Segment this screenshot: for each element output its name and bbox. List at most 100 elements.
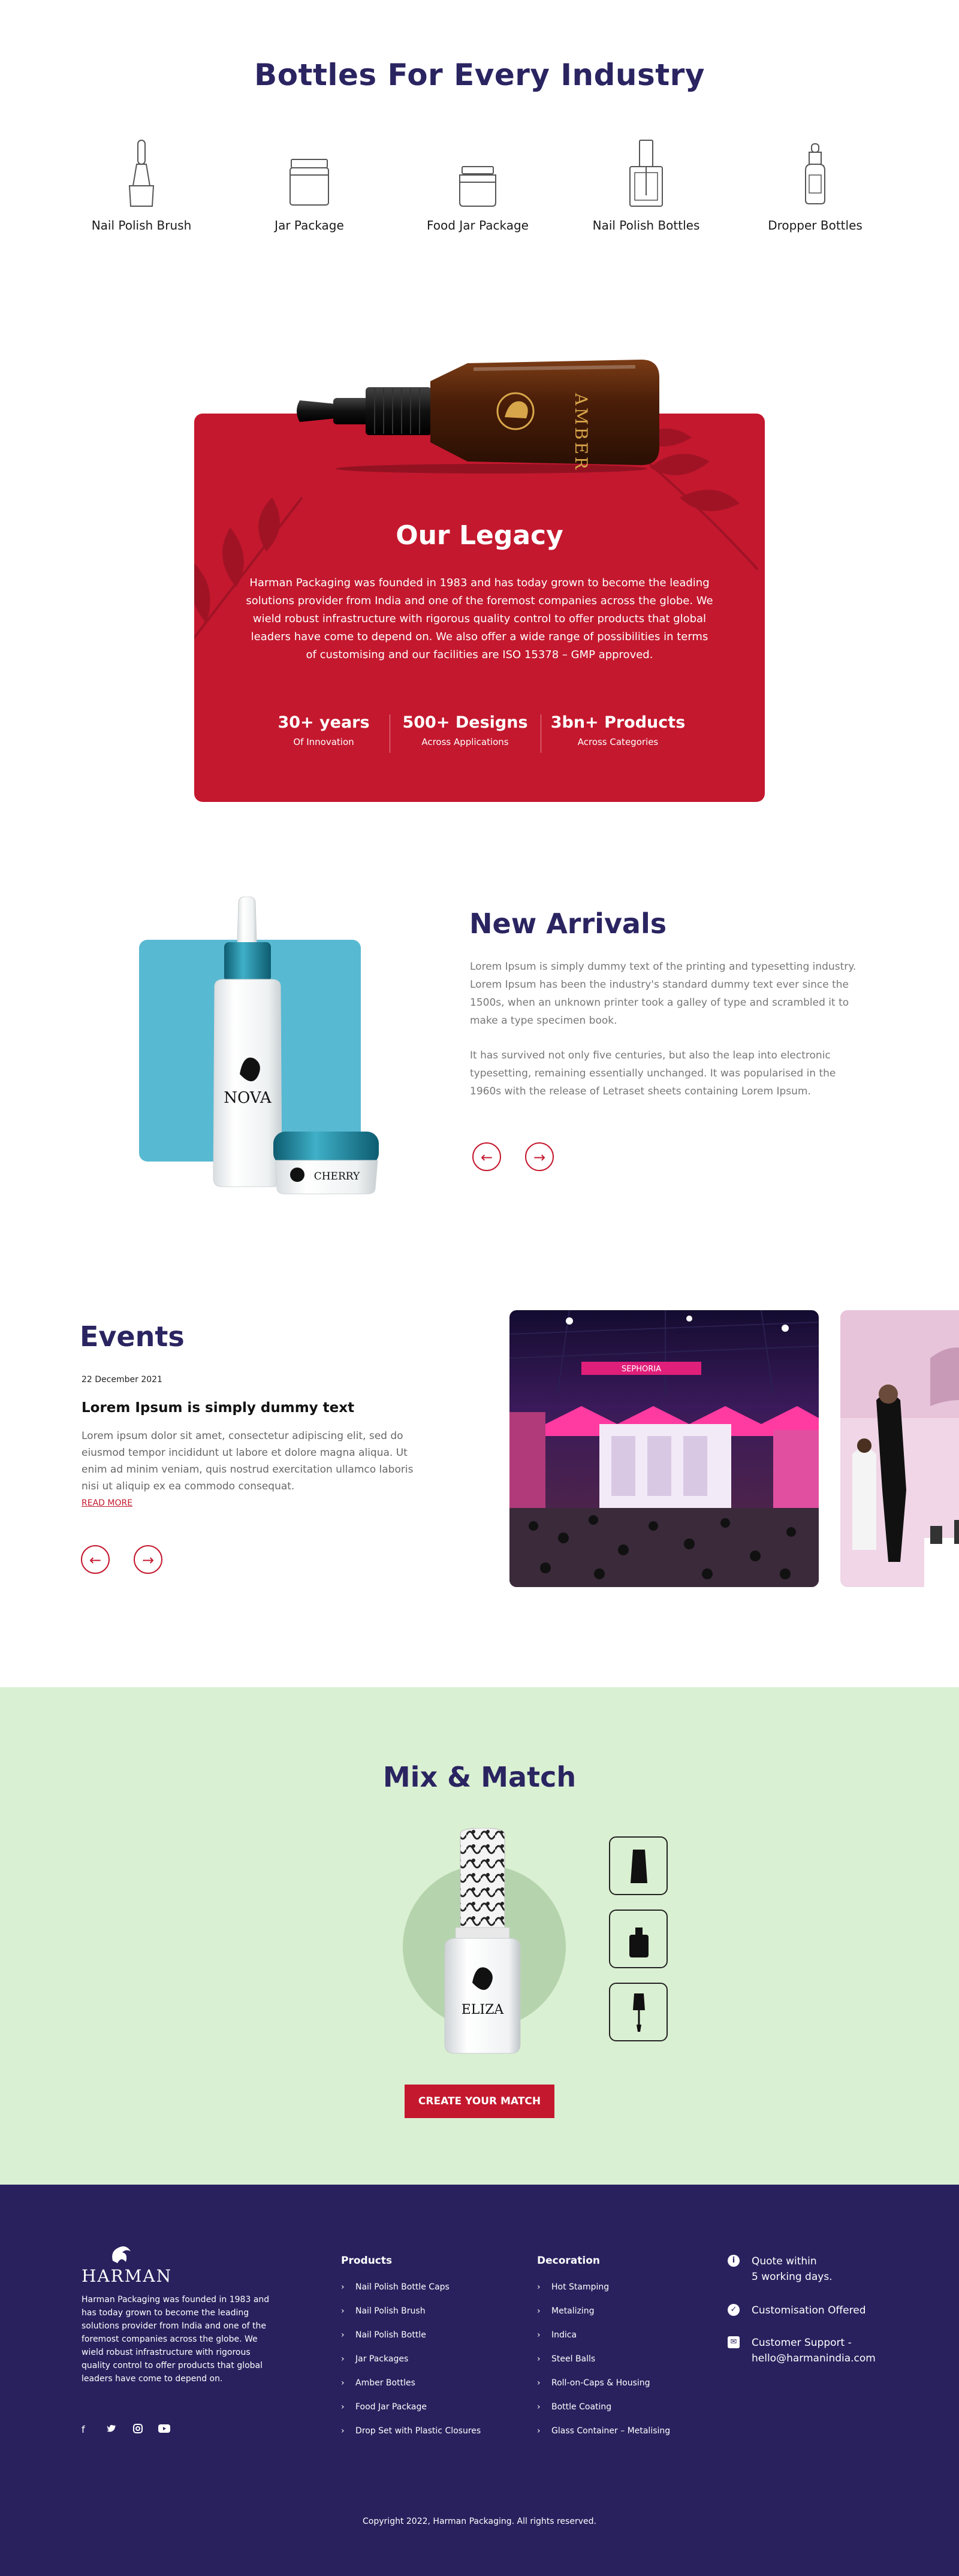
nail-polish-bottle-icon	[629, 140, 663, 207]
chevron-right-icon: ›	[537, 2306, 541, 2316]
copyright-text: Copyright 2022, Harman Packaging. All ri…	[363, 2517, 596, 2526]
stat-caption: Of Innovation	[293, 737, 354, 747]
footer-link[interactable]: › Food Jar Package	[341, 2402, 427, 2412]
category-dropper-bottles[interactable]: Dropper Bottles	[743, 138, 887, 233]
contact-support[interactable]: ✉ Customer Support - hello@harmanindia.c…	[728, 2335, 876, 2366]
eliza-label: ELIZA	[462, 2002, 505, 2017]
chevron-right-icon: ›	[537, 2378, 541, 2388]
legacy-title: Our Legacy	[396, 520, 563, 551]
event-headline: Lorem Ipsum is simply dummy text	[82, 1400, 355, 1416]
cap-option-button[interactable]	[609, 1836, 668, 1895]
twitter-icon[interactable]	[107, 2424, 116, 2435]
chevron-right-icon: ›	[537, 2402, 541, 2412]
events-prev-button[interactable]: ←	[81, 1545, 110, 1574]
nail-polish-brush-icon	[128, 140, 155, 207]
events-next-button[interactable]: →	[134, 1545, 162, 1574]
footer-link[interactable]: › Drop Set with Plastic Closures	[341, 2426, 481, 2436]
youtube-icon[interactable]	[158, 2424, 170, 2435]
event-description: Lorem ipsum dolor sit amet, consectetur …	[82, 1430, 414, 1492]
footer-link[interactable]: › Nail Polish Bottle Caps	[341, 2282, 450, 2292]
chevron-right-icon: ›	[341, 2282, 345, 2292]
new-arrival-product-image: NOVA CHERRY	[213, 897, 379, 1195]
expo-hall-image: SEPHORIA	[509, 1310, 819, 1587]
contact-customisation: ✓ Customisation Offered	[728, 2303, 866, 2318]
contact-quote: i Quote within 5 working days.	[728, 2254, 833, 2285]
mix-match-title: Mix & Match	[382, 1761, 577, 1793]
chat-icon: ✉	[728, 2336, 740, 2348]
cap-option-icon	[631, 1850, 647, 1883]
footer-decoration-heading: Decoration	[537, 2255, 600, 2267]
info-icon: i	[728, 2255, 740, 2267]
dropper-bottle-icon	[805, 143, 825, 204]
brush-option-icon	[633, 1993, 645, 2032]
category-label: Nail Polish Bottles	[592, 218, 700, 233]
amber-product-label: AMBER	[571, 393, 591, 472]
chevron-right-icon: ›	[537, 2426, 541, 2436]
stat-products: 3bn+ Products Across Categories	[543, 713, 693, 747]
footer-brand[interactable]: HARMAN	[82, 2266, 172, 2286]
stat-caption: Across Applications	[421, 737, 509, 747]
bottle-option-icon	[629, 1928, 649, 1957]
expo-sign: SEPHORIA	[622, 1365, 661, 1374]
category-label: Food Jar Package	[427, 218, 529, 233]
new-arrivals-prev-button[interactable]: ←	[472, 1142, 501, 1171]
event-photo[interactable]: SEPHORIA	[509, 1310, 819, 1587]
chevron-right-icon: ›	[341, 2378, 345, 2388]
facebook-icon[interactable]: f	[82, 2424, 85, 2435]
legacy-description: Harman Packaging was founded in 1983 and…	[246, 577, 713, 661]
footer-link[interactable]: › Bottle Coating	[537, 2402, 611, 2412]
read-more-link[interactable]: READ MORE	[82, 1498, 132, 1508]
customise-icon: ✓	[728, 2304, 740, 2316]
section-title-bottles: Bottles For Every Industry	[254, 58, 705, 92]
stat-value: 500+ Designs	[402, 713, 528, 732]
create-your-match-button[interactable]: CREATE YOUR MATCH	[405, 2085, 554, 2118]
footer-link[interactable]: › Hot Stamping	[537, 2282, 609, 2292]
stat-value: 30+ years	[278, 713, 370, 732]
chevron-right-icon: ›	[341, 2330, 345, 2340]
new-arrivals-paragraph-2: It has survived not only five centuries,…	[470, 1049, 836, 1097]
events-title: Events	[80, 1320, 185, 1353]
brush-option-button[interactable]	[609, 1983, 668, 2041]
category-label: Dropper Bottles	[768, 218, 863, 233]
footer-link[interactable]: › Amber Bottles	[341, 2378, 415, 2388]
category-nail-polish-brush[interactable]: Nail Polish Brush	[70, 138, 213, 233]
instagram-icon[interactable]	[133, 2424, 143, 2436]
footer-link[interactable]: › Nail Polish Brush	[341, 2306, 426, 2316]
food-jar-icon	[459, 166, 496, 207]
new-arrivals-next-button[interactable]: →	[525, 1142, 554, 1171]
chevron-right-icon: ›	[341, 2402, 345, 2412]
event-date: 22 December 2021	[82, 1375, 162, 1384]
footer-link[interactable]: › Glass Container – Metalising	[537, 2426, 670, 2436]
footer-link[interactable]: › Indica	[537, 2330, 577, 2340]
category-nail-polish-bottles[interactable]: Nail Polish Bottles	[574, 138, 718, 233]
harman-lion-logo-icon	[112, 2246, 131, 2263]
nova-label: NOVA	[224, 1089, 272, 1107]
stat-designs: 500+ Designs Across Applications	[390, 713, 540, 747]
footer-about: Harman Packaging was founded in 1983 and…	[82, 2295, 270, 2384]
stat-years: 30+ years Of Innovation	[249, 713, 399, 747]
bottle-option-button[interactable]	[609, 1910, 668, 1968]
chevron-right-icon: ›	[537, 2354, 541, 2364]
footer-products-heading: Products	[341, 2255, 393, 2267]
footer-link[interactable]: › Jar Packages	[341, 2354, 408, 2364]
eliza-nail-polish-image: ELIZA	[444, 1828, 521, 2054]
category-food-jar[interactable]: Food Jar Package	[406, 138, 550, 233]
chevron-right-icon: ›	[341, 2306, 345, 2316]
chevron-right-icon: ›	[537, 2282, 541, 2292]
footer-link[interactable]: › Metalizing	[537, 2306, 595, 2316]
new-arrivals-title: New Arrivals	[469, 907, 667, 940]
new-arrivals-paragraph-1: Lorem Ipsum is simply dummy text of the …	[470, 961, 857, 1027]
amber-bottle-image: AMBER	[297, 360, 659, 473]
footer-link[interactable]: › Roll-on-Caps & Housing	[537, 2378, 650, 2388]
stat-value: 3bn+ Products	[550, 713, 686, 732]
event-photo[interactable]	[840, 1310, 959, 1587]
footer-link[interactable]: › Nail Polish Bottle	[341, 2330, 426, 2340]
footer-link[interactable]: › Steel Balls	[537, 2354, 595, 2364]
category-label: Jar Package	[275, 218, 344, 233]
category-label: Nail Polish Brush	[91, 218, 192, 233]
chevron-right-icon: ›	[537, 2330, 541, 2340]
category-jar-package[interactable]: Jar Package	[237, 138, 381, 233]
jar-icon	[289, 159, 329, 206]
chevron-right-icon: ›	[341, 2354, 345, 2364]
chevron-right-icon: ›	[341, 2426, 345, 2436]
